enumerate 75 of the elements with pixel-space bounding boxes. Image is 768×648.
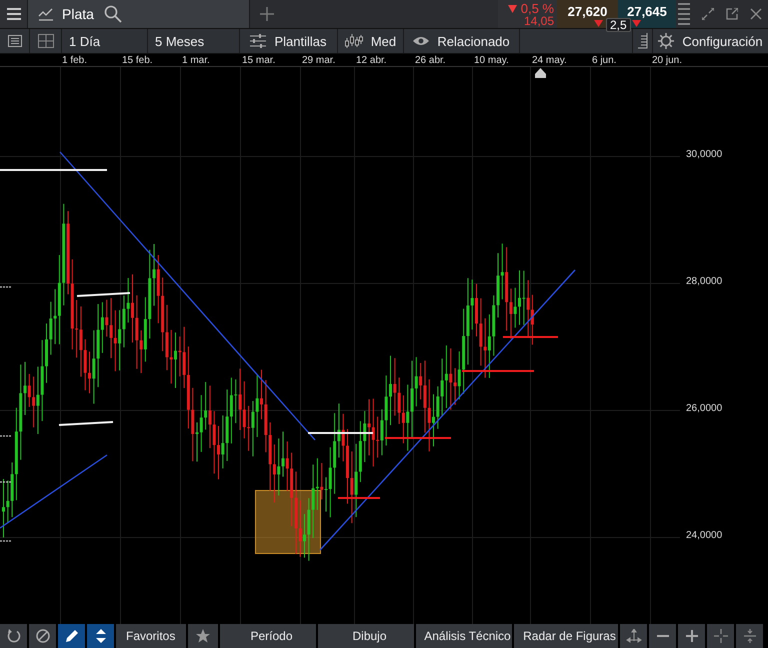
pop-out-icon	[726, 8, 738, 20]
compress-icon	[744, 629, 756, 643]
date-axis-label: 1 feb.	[62, 54, 88, 67]
minus-button[interactable]	[649, 624, 676, 648]
level-tick	[0, 540, 12, 542]
plus-icon	[260, 7, 274, 21]
instrument-name: Plata	[62, 6, 94, 22]
list-button[interactable]	[0, 29, 30, 53]
menu-tab[interactable]: Radar de Figuras	[514, 624, 618, 648]
price-axis-label: 30,0000	[686, 148, 722, 162]
ban-button[interactable]	[29, 624, 56, 648]
plus-icon	[686, 630, 698, 642]
cross-button[interactable]	[707, 624, 734, 648]
down-triangle-icon	[508, 4, 517, 12]
price-axis-label: 26,0000	[686, 402, 722, 416]
prohibited-icon	[36, 629, 50, 643]
move-icon	[626, 629, 642, 643]
related-button[interactable]: Relacionado	[404, 29, 520, 53]
menu-tab[interactable]: Favoritos	[116, 624, 186, 648]
compress-button[interactable]	[736, 624, 763, 648]
menu-tab[interactable]: Análisis Técnico	[416, 624, 512, 648]
document-button[interactable]	[633, 29, 653, 53]
grid-layout-icon	[38, 34, 54, 48]
period-dropdown[interactable]: 5 Meses	[148, 29, 240, 53]
updown-button[interactable]	[87, 624, 114, 648]
date-axis-label: 15 mar.	[242, 54, 276, 67]
minus-icon	[656, 635, 668, 637]
crosshair-icon	[714, 629, 728, 643]
date-axis-label: 26 abr.	[415, 54, 446, 67]
spread-badge: 2,5	[606, 18, 631, 32]
highlight-rectangle[interactable]	[255, 490, 321, 554]
date-axis-label: 1 mar.	[182, 54, 210, 67]
menu-icon	[6, 8, 20, 20]
instrument-tab[interactable]: Plata	[28, 0, 250, 28]
list-icon	[8, 35, 22, 47]
menu-button[interactable]	[0, 0, 28, 28]
absolute-change: 14,05	[524, 15, 554, 28]
sliders-icon	[250, 34, 266, 48]
down-triangle-icon	[594, 20, 603, 27]
plus-button[interactable]	[678, 624, 705, 648]
date-axis-label: 29 mar.	[302, 54, 336, 67]
layout-button[interactable]	[30, 29, 62, 53]
menu-tab[interactable]: Dibujo	[318, 624, 414, 648]
star-icon	[196, 629, 210, 643]
date-axis-label: 6 jun.	[592, 54, 616, 67]
pencil-button[interactable]	[58, 624, 85, 648]
refresh-button[interactable]	[0, 624, 27, 648]
level-tick	[0, 286, 12, 288]
up-down-arrows-icon	[94, 629, 106, 643]
move-button[interactable]	[620, 624, 647, 648]
candlestick-icon	[344, 34, 363, 48]
price-axis-label: 24,0000	[686, 529, 722, 543]
period-dropdown[interactable]: 1 Día	[62, 29, 148, 53]
close-icon	[750, 8, 762, 20]
date-axis-label: 12 abr.	[356, 54, 387, 67]
trend-line[interactable]	[0, 454, 108, 529]
date-axis-label: 10 may.	[474, 54, 509, 67]
price-axis-label: 28,0000	[686, 275, 722, 289]
date-axis-label: 20 jun.	[652, 54, 682, 67]
eye-icon	[413, 36, 430, 46]
settings-button[interactable]: Configuración	[653, 29, 768, 53]
date-axis-label: 24 may.	[532, 54, 567, 67]
date-axis-label: 15 feb.	[122, 54, 153, 67]
percent-change: 0,5 %	[520, 2, 554, 15]
expand-icon	[702, 8, 714, 20]
refresh-icon	[6, 629, 20, 643]
chart-type-button[interactable]: Med	[338, 29, 404, 53]
settings-icon	[658, 33, 674, 49]
templates-button[interactable]: Plantillas	[240, 29, 338, 53]
pencil-icon	[64, 629, 78, 643]
search-icon[interactable]	[104, 5, 122, 23]
line-chart-icon	[38, 7, 54, 21]
star-button[interactable]	[188, 624, 218, 648]
menu-tab[interactable]: Período	[220, 624, 316, 648]
down-triangle-icon	[632, 20, 641, 27]
